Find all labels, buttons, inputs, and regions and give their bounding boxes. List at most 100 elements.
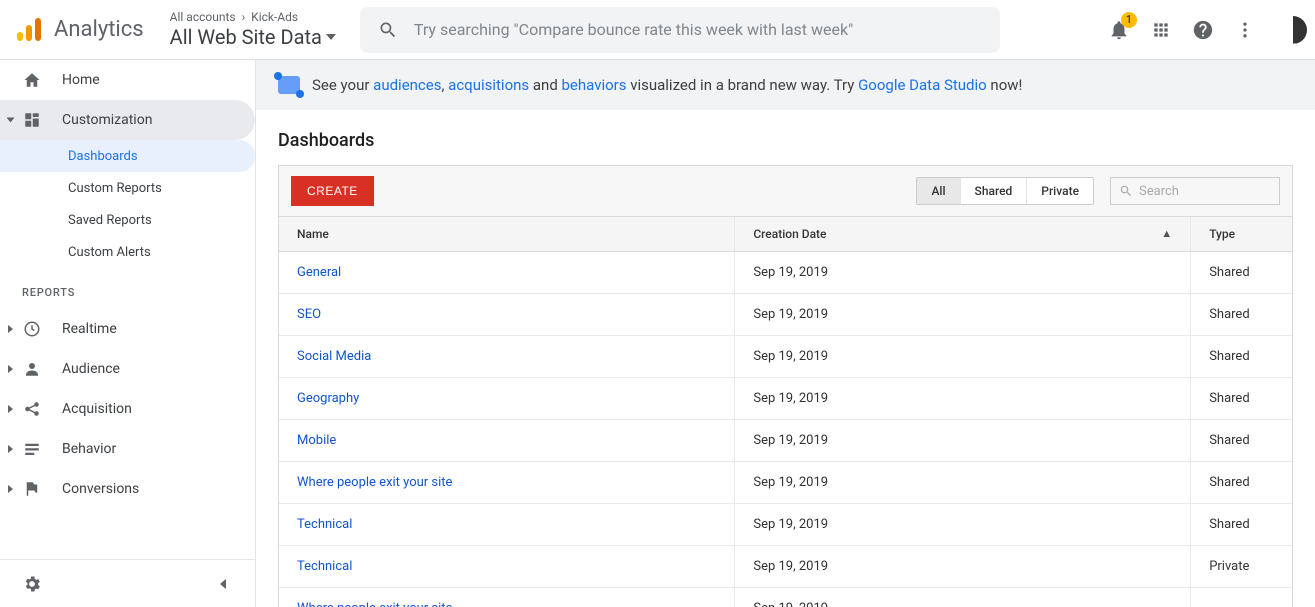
cell-type: Shared xyxy=(1191,420,1292,462)
sidebar-sub-custom-reports[interactable]: Custom Reports xyxy=(0,172,255,204)
notifications-button[interactable]: 1 xyxy=(1107,18,1131,42)
dashboard-link[interactable]: Technical xyxy=(297,559,352,574)
sidebar-item-audience[interactable]: Audience xyxy=(0,349,255,389)
settings-button[interactable] xyxy=(20,572,44,596)
sidebar-footer xyxy=(0,559,255,607)
dashboard-link[interactable]: Mobile xyxy=(297,433,336,448)
cell-type: Shared xyxy=(1191,504,1292,546)
link-data-studio[interactable]: Google Data Studio xyxy=(858,76,987,94)
search-icon xyxy=(1119,184,1133,198)
link-audiences[interactable]: audiences xyxy=(373,76,441,94)
apps-button[interactable] xyxy=(1149,18,1173,42)
sidebar-item-realtime[interactable]: Realtime xyxy=(0,309,255,349)
more-vert-icon xyxy=(1235,20,1255,40)
product-logo-block[interactable]: Analytics xyxy=(14,16,144,44)
dashboard-icon xyxy=(22,111,42,129)
data-studio-icon xyxy=(278,76,300,94)
sidebar-item-label: Behavior xyxy=(62,441,116,457)
view-name: All Web Site Data xyxy=(170,25,322,49)
person-icon xyxy=(22,360,42,378)
caret-right-icon xyxy=(8,365,13,373)
cell-type: Shared xyxy=(1191,378,1292,420)
sidebar: Home Customization Dashboards Custom Rep… xyxy=(0,60,256,607)
cell-name: Mobile xyxy=(279,420,735,462)
col-creation-date[interactable]: Creation Date▲ xyxy=(735,217,1191,252)
sidebar-item-label: Conversions xyxy=(62,481,139,497)
sidebar-sub-saved-reports[interactable]: Saved Reports xyxy=(0,204,255,236)
table-search-placeholder: Search xyxy=(1139,184,1179,199)
sidebar-sub-label: Custom Reports xyxy=(68,181,162,196)
table-row: TechnicalSep 19, 2019Shared xyxy=(279,504,1292,546)
sidebar-item-home[interactable]: Home xyxy=(0,60,255,100)
more-button[interactable] xyxy=(1233,18,1257,42)
sidebar-item-label: Realtime xyxy=(62,321,117,337)
link-acquisitions[interactable]: acquisitions xyxy=(448,76,529,94)
gear-icon xyxy=(22,574,42,594)
collapse-sidebar-button[interactable] xyxy=(211,572,235,596)
cell-name: Technical xyxy=(279,546,735,588)
dashboards-card: CREATE All Shared Private Search Name Cr… xyxy=(278,165,1293,607)
sidebar-item-label: Audience xyxy=(62,361,120,377)
home-icon xyxy=(22,71,42,89)
table-row: Social MediaSep 19, 2019Shared xyxy=(279,336,1292,378)
page-title: Dashboards xyxy=(278,130,1315,151)
sort-asc-icon: ▲ xyxy=(1161,227,1172,240)
cell-type: Shared xyxy=(1191,336,1292,378)
table-row: GeneralSep 19, 2019Shared xyxy=(279,252,1292,294)
sidebar-sub-dashboards[interactable]: Dashboards xyxy=(0,140,255,172)
apps-icon xyxy=(1151,20,1171,40)
sidebar-item-customization[interactable]: Customization xyxy=(0,100,255,140)
sidebar-sub-custom-alerts[interactable]: Custom Alerts xyxy=(0,236,255,268)
sidebar-item-behavior[interactable]: Behavior xyxy=(0,429,255,469)
dashboard-link[interactable]: SEO xyxy=(297,307,321,322)
tab-all[interactable]: All xyxy=(917,178,959,204)
table-search[interactable]: Search xyxy=(1110,177,1280,205)
col-name[interactable]: Name xyxy=(279,217,735,252)
cell-type xyxy=(1191,588,1292,607)
dashboard-link[interactable]: Where people exit your site xyxy=(297,475,452,490)
main-content: See your audiences, acquisitions and beh… xyxy=(256,60,1315,607)
header-actions: 1 xyxy=(1107,16,1307,44)
cell-name: Technical xyxy=(279,504,735,546)
global-search[interactable]: Try searching "Compare bounce rate this … xyxy=(360,7,1000,53)
cell-type: Shared xyxy=(1191,294,1292,336)
data-studio-banner: See your audiences, acquisitions and beh… xyxy=(256,60,1315,110)
sidebar-sub-label: Custom Alerts xyxy=(68,245,151,260)
caret-down-icon xyxy=(326,34,336,40)
cell-date: Sep 19, 2019 xyxy=(735,294,1191,336)
sidebar-item-acquisition[interactable]: Acquisition xyxy=(0,389,255,429)
cell-date: Sep 19, 2019 xyxy=(735,420,1191,462)
cell-date: Sep 19, 2019 xyxy=(735,252,1191,294)
breadcrumb-child: Kick-Ads xyxy=(251,10,298,24)
tab-private[interactable]: Private xyxy=(1026,178,1093,204)
dashboard-link[interactable]: Social Media xyxy=(297,349,371,364)
cell-name: SEO xyxy=(279,294,735,336)
table-row: TechnicalSep 19, 2019Private xyxy=(279,546,1292,588)
sidebar-item-conversions[interactable]: Conversions xyxy=(0,469,255,509)
create-button[interactable]: CREATE xyxy=(291,176,374,206)
dashboard-link[interactable]: Geography xyxy=(297,391,359,406)
card-toolbar: CREATE All Shared Private Search xyxy=(279,166,1292,217)
dashboard-link[interactable]: Technical xyxy=(297,517,352,532)
property-selector[interactable]: All accounts › Kick-Ads All Web Site Dat… xyxy=(170,10,336,48)
sidebar-item-label: Acquisition xyxy=(62,401,132,417)
cell-name: General xyxy=(279,252,735,294)
share-icon xyxy=(22,400,42,418)
search-icon xyxy=(378,20,398,40)
notification-badge: 1 xyxy=(1121,12,1137,28)
user-avatar[interactable] xyxy=(1279,16,1307,44)
link-behaviors[interactable]: behaviors xyxy=(562,76,627,94)
clock-icon xyxy=(22,320,42,338)
banner-text: See your audiences, acquisitions and beh… xyxy=(312,76,1022,94)
product-name: Analytics xyxy=(54,17,144,42)
help-button[interactable] xyxy=(1191,18,1215,42)
col-type[interactable]: Type xyxy=(1191,217,1292,252)
table-row: Mobile Sep 19, 2019Shared xyxy=(279,420,1292,462)
dashboard-link[interactable]: General xyxy=(297,265,341,280)
cell-type: Shared xyxy=(1191,462,1292,504)
dashboard-link[interactable]: Where people exit your site xyxy=(297,601,452,607)
tab-shared[interactable]: Shared xyxy=(960,178,1027,204)
type-filter-tabs: All Shared Private xyxy=(916,177,1094,205)
caret-right-icon xyxy=(8,325,13,333)
table-row: SEO Sep 19, 2019Shared xyxy=(279,294,1292,336)
